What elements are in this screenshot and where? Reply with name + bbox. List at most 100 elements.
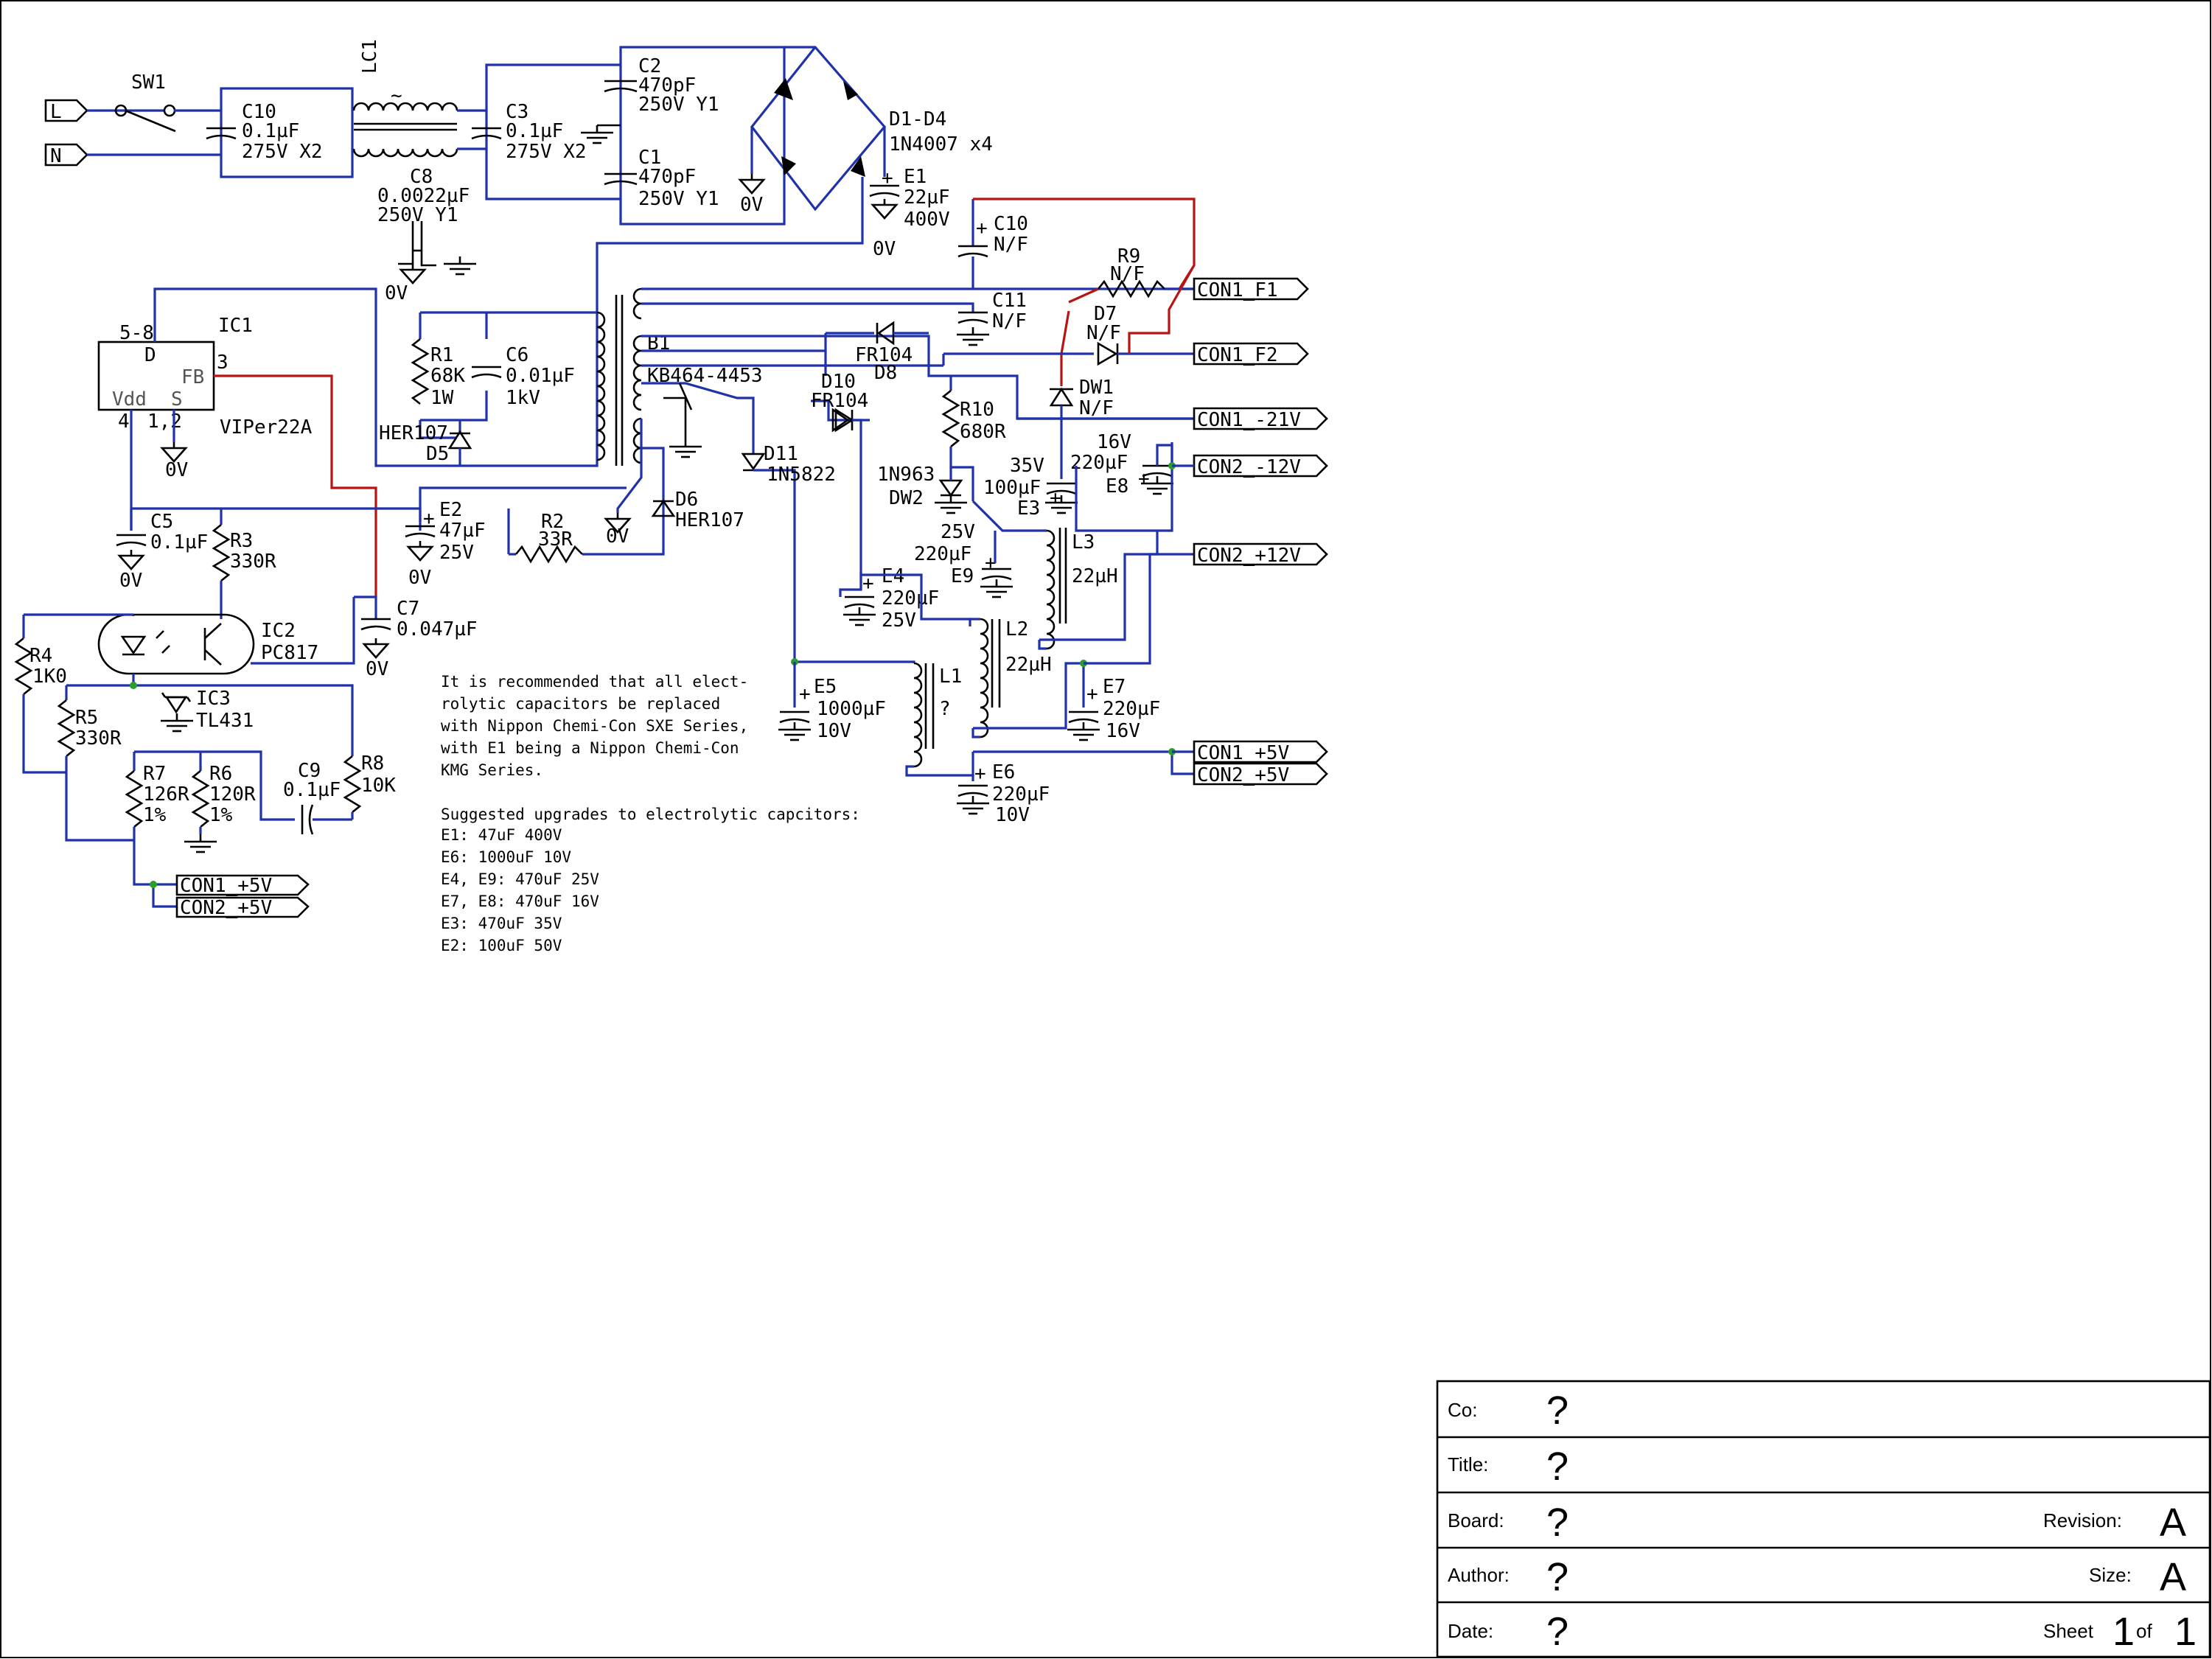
svg-text:D8: D8 bbox=[874, 362, 897, 384]
svg-text:0V: 0V bbox=[385, 282, 408, 304]
connector-con2-p12v: CON2_+12V bbox=[1193, 542, 1328, 567]
svg-text:LC1: LC1 bbox=[359, 39, 381, 74]
revision-label: Revision: bbox=[2043, 1509, 2122, 1531]
title-value: ? bbox=[1546, 1445, 1569, 1489]
connector-con2-m12v: CON2_-12V bbox=[1193, 454, 1328, 478]
svg-text:0V: 0V bbox=[408, 567, 431, 589]
svg-text:1kV: 1kV bbox=[506, 387, 540, 409]
svg-text:0.1µF: 0.1µF bbox=[242, 120, 299, 142]
svg-text:22µF: 22µF bbox=[904, 186, 950, 209]
capacitor-c9: C9 0.1µF bbox=[283, 760, 352, 835]
svg-text:220µF: 220µF bbox=[992, 783, 1050, 806]
revision-value: A bbox=[2160, 1501, 2186, 1545]
author-label: Author: bbox=[1448, 1564, 1510, 1586]
svg-text:+: + bbox=[974, 763, 986, 785]
svg-text:1N4007 x4: 1N4007 x4 bbox=[889, 133, 993, 156]
svg-text:10V: 10V bbox=[817, 720, 851, 742]
svg-text:DW2: DW2 bbox=[889, 487, 924, 509]
svg-text:+: + bbox=[799, 683, 811, 705]
svg-text:25V: 25V bbox=[882, 610, 916, 632]
svg-text:C10: C10 bbox=[994, 213, 1028, 235]
svg-text:CON1_+5V: CON1_+5V bbox=[1197, 742, 1289, 764]
svg-text:VIPer22A: VIPer22A bbox=[220, 416, 313, 439]
connector-con2-p5v: CON2_+5V bbox=[1193, 762, 1328, 786]
svg-text:CON2_-12V: CON2_-12V bbox=[1197, 456, 1301, 478]
resistor-r8: R8 10K bbox=[343, 752, 396, 820]
svg-text:Suggested upgrades to electrol: Suggested upgrades to electrolytic capci… bbox=[441, 806, 860, 823]
svg-text:N: N bbox=[50, 145, 62, 167]
svg-text:HER107: HER107 bbox=[675, 509, 744, 531]
svg-text:R1: R1 bbox=[430, 344, 453, 366]
svg-text:IC3: IC3 bbox=[196, 688, 231, 710]
svg-text:R4: R4 bbox=[29, 645, 52, 667]
sheet-of: of bbox=[2136, 1620, 2152, 1642]
svg-text:E4: E4 bbox=[882, 565, 904, 587]
svg-text:25V: 25V bbox=[941, 521, 975, 543]
svg-text:CON1_F2: CON1_F2 bbox=[1197, 344, 1278, 366]
svg-text:+: + bbox=[1050, 487, 1061, 509]
svg-text:3: 3 bbox=[217, 352, 228, 374]
capacitor-c11-nf: C11 N/F bbox=[955, 290, 1027, 346]
svg-text:1W: 1W bbox=[430, 387, 454, 409]
resistor-r6: R6 120R 1% bbox=[183, 763, 256, 853]
svg-text:0V: 0V bbox=[873, 238, 896, 260]
svg-text:0V: 0V bbox=[606, 525, 629, 548]
date-label: Date: bbox=[1448, 1620, 1493, 1642]
svg-text:E8: E8 bbox=[1106, 475, 1128, 497]
svg-text:D1-D4: D1-D4 bbox=[889, 108, 946, 130]
svg-text:rolytic capacitors be replaced: rolytic capacitors be replaced bbox=[441, 695, 720, 713]
switch-sw1: SW1 bbox=[114, 71, 176, 133]
svg-text:L3: L3 bbox=[1072, 531, 1095, 553]
svg-text:IC2: IC2 bbox=[261, 620, 296, 642]
svg-text:HER107: HER107 bbox=[379, 422, 448, 444]
svg-text:E3: E3 bbox=[1017, 497, 1040, 520]
svg-text:35V: 35V bbox=[1010, 455, 1044, 477]
svg-text:0.047µF: 0.047µF bbox=[397, 618, 478, 640]
svg-text:C7: C7 bbox=[397, 598, 419, 620]
capacitor-e7: + E7 220µF 16V bbox=[1066, 660, 1160, 742]
svg-text:~: ~ bbox=[391, 85, 402, 107]
svg-text:FR104: FR104 bbox=[811, 390, 868, 412]
svg-text:CON2_+5V: CON2_+5V bbox=[180, 897, 272, 919]
author-value: ? bbox=[1546, 1555, 1569, 1599]
svg-text:33R: 33R bbox=[538, 528, 573, 551]
resistor-r3: R3 330R bbox=[212, 509, 276, 619]
svg-text:1%: 1% bbox=[209, 804, 233, 826]
svg-text:E6: 1000uF 10V: E6: 1000uF 10V bbox=[441, 848, 571, 866]
svg-text:KMG Series.: KMG Series. bbox=[441, 761, 543, 779]
svg-text:0V: 0V bbox=[740, 194, 763, 216]
svg-text:E1: E1 bbox=[904, 166, 927, 188]
svg-text:16V: 16V bbox=[1097, 431, 1131, 453]
svg-text:D5: D5 bbox=[426, 443, 449, 465]
svg-text:+: + bbox=[976, 217, 988, 240]
svg-text:TL431: TL431 bbox=[196, 710, 254, 732]
svg-text:D11: D11 bbox=[764, 443, 798, 465]
svg-text:1N963: 1N963 bbox=[877, 464, 935, 486]
svg-text:126R: 126R bbox=[143, 783, 189, 806]
svg-text:E9: E9 bbox=[951, 565, 974, 587]
connector-left-con1-5v: CON1_+5V bbox=[175, 874, 310, 897]
svg-text:+: + bbox=[1086, 683, 1098, 705]
svg-text:1K0: 1K0 bbox=[32, 666, 67, 688]
svg-text:PC817: PC817 bbox=[261, 642, 318, 664]
capacitor-e2: + 0V E2 47µF 25V bbox=[405, 499, 486, 589]
svg-text:25V: 25V bbox=[439, 542, 474, 564]
connector-con1-m21v: CON1_-21V bbox=[1193, 407, 1328, 431]
svg-text:E3: 470uF 35V: E3: 470uF 35V bbox=[441, 915, 562, 932]
svg-text:with E1 being a Nippon Chemi-C: with E1 being a Nippon Chemi-Con bbox=[441, 739, 739, 757]
sheet-total: 1 bbox=[2174, 1610, 2197, 1654]
svg-text:Vdd: Vdd bbox=[112, 388, 147, 411]
board-value: ? bbox=[1546, 1501, 1569, 1545]
svg-text:E7: E7 bbox=[1103, 676, 1126, 698]
svg-text:C11: C11 bbox=[992, 290, 1027, 312]
svg-text:+: + bbox=[882, 167, 893, 189]
port-n: N bbox=[44, 143, 88, 167]
svg-text:CON1_F1: CON1_F1 bbox=[1197, 279, 1278, 301]
svg-text:C5: C5 bbox=[150, 511, 173, 533]
svg-text:D: D bbox=[144, 344, 156, 366]
svg-text:0V: 0V bbox=[119, 570, 142, 592]
svg-text:275V X2: 275V X2 bbox=[506, 141, 587, 163]
svg-text:R10: R10 bbox=[960, 399, 994, 421]
sheet-label: Sheet bbox=[2043, 1620, 2094, 1642]
inductor-l3: L3 22µH bbox=[1038, 528, 1118, 650]
